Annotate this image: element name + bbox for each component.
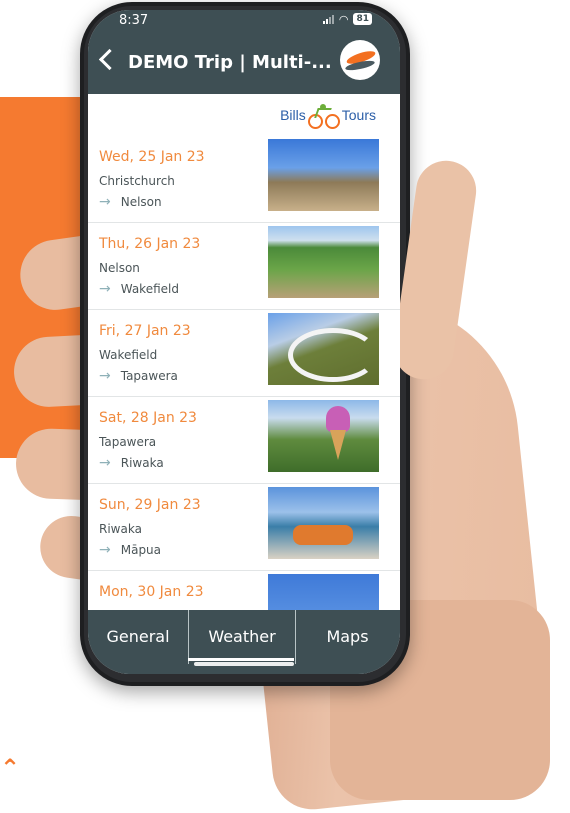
row-date: Fri, 27 Jan 23 bbox=[99, 323, 191, 339]
row-from: Wakefield bbox=[99, 348, 158, 362]
row-date: Thu, 26 Jan 23 bbox=[99, 236, 201, 252]
tab-maps[interactable]: Maps bbox=[295, 610, 400, 664]
arrow-right-icon: → bbox=[99, 542, 111, 558]
itinerary-list: Wed, 25 Jan 23 Christchurch → Nelson Thu,… bbox=[88, 136, 400, 610]
row-from: Riwaka bbox=[99, 522, 142, 536]
app-header: 8:37 ◠ 81 DEMO Trip | Multi-... bbox=[88, 10, 400, 94]
row-to-label: Wakefield bbox=[120, 282, 179, 296]
row-to-label: Nelson bbox=[120, 195, 162, 209]
row-to: → Māpua bbox=[99, 542, 161, 558]
brand-name-right: Tours bbox=[341, 107, 376, 123]
row-to-label: Māpua bbox=[120, 543, 162, 557]
row-to: → Tapawera bbox=[99, 368, 178, 384]
status-time: 8:37 bbox=[119, 13, 149, 28]
orange-brand-mark: ⌃ bbox=[0, 754, 21, 782]
arrow-right-icon: → bbox=[99, 281, 111, 297]
brand-bar: Bills Tours bbox=[88, 94, 400, 137]
row-from: Nelson bbox=[99, 261, 140, 275]
row-to: → Nelson bbox=[99, 194, 162, 210]
itinerary-row[interactable]: Thu, 26 Jan 23 Nelson → Wakefield bbox=[88, 223, 400, 310]
row-from: Christchurch bbox=[99, 174, 175, 188]
itinerary-row[interactable]: Fri, 27 Jan 23 Wakefield → Tapawera bbox=[88, 310, 400, 397]
row-from: Tapawera bbox=[99, 435, 157, 449]
bills-tours-logo: Bills Tours bbox=[280, 104, 376, 129]
arrow-right-icon: → bbox=[99, 194, 111, 210]
row-photo-hillside-clock bbox=[268, 313, 379, 385]
row-photo-fish-and-chips bbox=[268, 487, 379, 559]
arrow-right-icon: → bbox=[99, 368, 111, 384]
tab-general[interactable]: General bbox=[88, 610, 188, 664]
wifi-icon: ◠ bbox=[338, 12, 349, 26]
bicycle-icon bbox=[307, 104, 340, 129]
tab-weather[interactable]: Weather bbox=[188, 610, 296, 664]
row-to-label: Riwaka bbox=[120, 456, 164, 470]
row-date: Sun, 29 Jan 23 bbox=[99, 497, 201, 513]
row-to-label: Tapawera bbox=[120, 369, 178, 383]
row-to: → Wakefield bbox=[99, 281, 179, 297]
row-date: Wed, 25 Jan 23 bbox=[99, 149, 205, 165]
row-photo-town-street bbox=[268, 139, 379, 211]
row-photo-ice-cream bbox=[268, 400, 379, 472]
row-photo-garden bbox=[268, 226, 379, 298]
itinerary-row[interactable]: Mon, 30 Jan 23 bbox=[88, 571, 400, 610]
signal-icon bbox=[322, 14, 334, 24]
page-title: DEMO Trip | Multi-... bbox=[128, 52, 332, 73]
brand-name-left: Bills bbox=[280, 107, 306, 123]
itinerary-row[interactable]: Sun, 29 Jan 23 Riwaka → Māpua bbox=[88, 484, 400, 571]
app-logo bbox=[340, 40, 380, 80]
itinerary-row[interactable]: Sat, 28 Jan 23 Tapawera → Riwaka bbox=[88, 397, 400, 484]
itinerary-row[interactable]: Wed, 25 Jan 23 Christchurch → Nelson bbox=[88, 136, 400, 223]
arrow-right-icon: → bbox=[99, 455, 111, 471]
row-to: → Riwaka bbox=[99, 455, 164, 471]
row-date: Mon, 30 Jan 23 bbox=[99, 584, 204, 600]
phone-screen: 8:37 ◠ 81 DEMO Trip | Multi-... Bills To… bbox=[88, 10, 400, 674]
status-icons: ◠ 81 bbox=[322, 12, 372, 26]
battery-icon: 81 bbox=[353, 13, 372, 25]
row-date: Sat, 28 Jan 23 bbox=[99, 410, 197, 426]
row-photo-sky bbox=[268, 574, 379, 610]
active-tab-indicator bbox=[188, 658, 294, 661]
home-indicator[interactable] bbox=[194, 662, 294, 666]
back-arrow-icon[interactable] bbox=[98, 48, 121, 71]
